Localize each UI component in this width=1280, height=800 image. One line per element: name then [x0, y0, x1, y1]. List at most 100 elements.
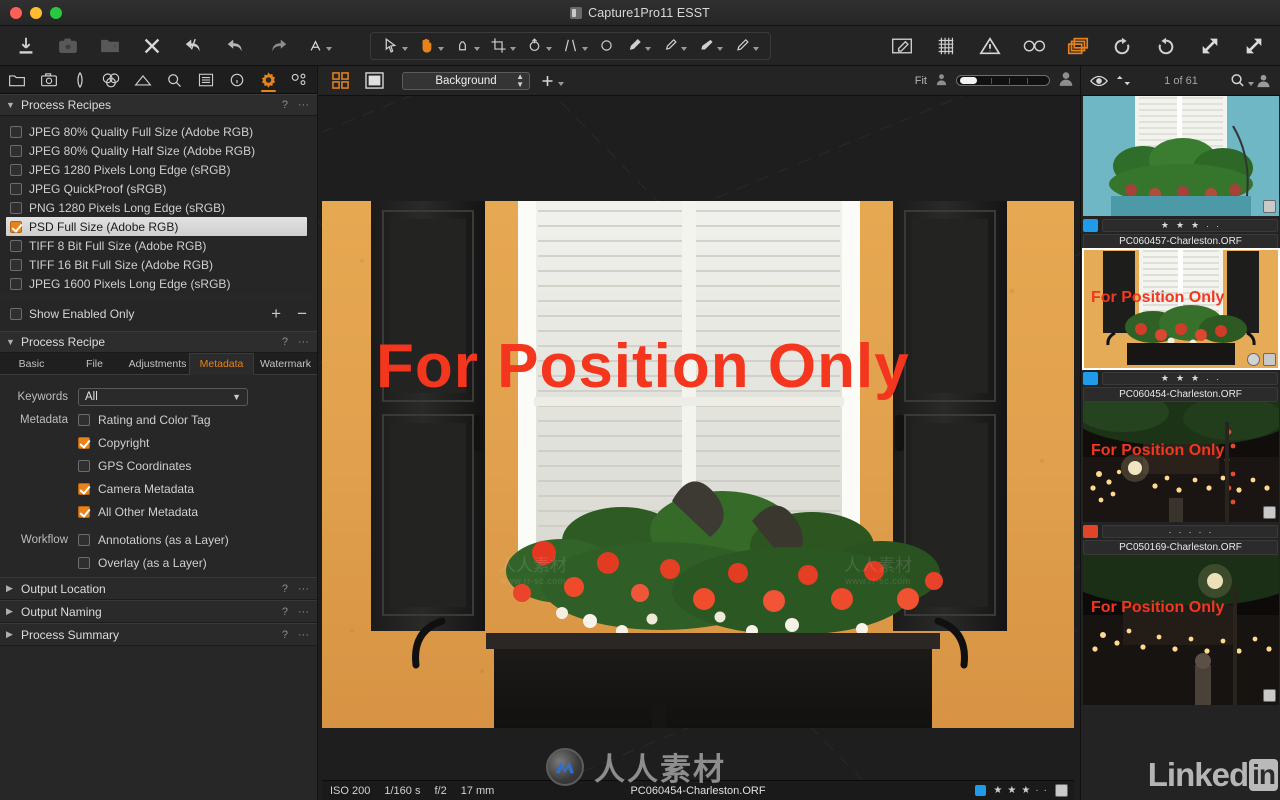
option-row[interactable]: Metadata Rating and Color Tag [0, 408, 317, 431]
overflow-menu-icon-recipe[interactable]: ··· [298, 336, 309, 348]
recipe-checkbox[interactable] [10, 125, 22, 138]
linear-gradient-caret-icon[interactable] [681, 47, 687, 51]
thumbnail-color-tag[interactable] [1083, 525, 1098, 538]
rotate-right-icon[interactable] [1154, 34, 1178, 58]
option-row[interactable]: All Other Metadata [0, 500, 317, 523]
crop-tool-caret-icon[interactable] [510, 47, 516, 51]
show-enabled-only-row[interactable]: Show Enabled Only + − [0, 301, 317, 327]
expand-icon[interactable] [1198, 34, 1222, 58]
collapse-icon[interactable] [1242, 34, 1266, 58]
pan-tool[interactable] [413, 37, 449, 54]
option-checkbox[interactable] [78, 459, 90, 472]
star[interactable]: ★ [1161, 220, 1169, 231]
chevron-down-icon-keywords[interactable]: ▼ [232, 392, 241, 402]
thumbnail-card[interactable]: For Position Only ★ ★ ★ · · PC060454-Charlesto… [1081, 248, 1280, 402]
recipe-item[interactable]: PNG 1280 Pixels Long Edge (sRGB) [0, 198, 317, 217]
grid-icon[interactable] [934, 34, 958, 58]
pointer-tool[interactable] [377, 37, 413, 54]
delete-icon[interactable] [140, 34, 164, 58]
text-tool-caret-icon[interactable] [326, 47, 332, 51]
star[interactable]: · [1044, 785, 1048, 796]
warning-icon[interactable] [978, 34, 1002, 58]
thumbnail-image[interactable]: For Position Only [1083, 555, 1279, 705]
thumbnail-star-rating[interactable]: · · · · · [1102, 525, 1278, 538]
keywords-select[interactable]: All ▼ [78, 387, 248, 406]
star[interactable]: ★ [1176, 373, 1184, 384]
background-select[interactable]: Background ▲ ▼ [402, 71, 530, 90]
recipe-checkbox[interactable] [10, 220, 22, 233]
pan-tool-caret-icon[interactable] [438, 47, 444, 51]
glasses-icon[interactable] [1022, 34, 1046, 58]
option-checkbox[interactable] [78, 505, 90, 518]
option-row[interactable]: Copyright [0, 431, 317, 454]
star[interactable]: ★ [1007, 785, 1017, 796]
recipe-item[interactable]: JPEG 80% Quality Full Size (Adobe RGB) [0, 122, 317, 141]
undo-all-icon[interactable] [182, 34, 206, 58]
option-row[interactable]: Workflow Annotations (as a Layer) [0, 528, 317, 551]
zoom-fit-label[interactable]: Fit [915, 75, 927, 87]
star[interactable]: ★ [1021, 785, 1031, 796]
option-checkbox[interactable] [78, 556, 90, 569]
option-checkbox[interactable] [78, 533, 90, 546]
help-icon-recipe[interactable]: ? [282, 336, 288, 348]
color-tag-badge[interactable] [975, 785, 987, 796]
option-checkbox[interactable] [78, 413, 90, 426]
star[interactable]: · [1216, 221, 1219, 231]
thumbnail-image[interactable]: For Position Only [1083, 402, 1279, 522]
recipe-checkbox[interactable] [10, 258, 22, 271]
viewer-canvas[interactable]: 人人素材www.rr-sc.com 人人素材www.rr-sc.com [318, 96, 1080, 800]
recipe-checkbox[interactable] [10, 201, 22, 214]
option-checkbox[interactable] [78, 482, 90, 495]
add-icon[interactable] [540, 69, 564, 93]
linear-gradient-tool[interactable] [656, 37, 692, 54]
star[interactable]: · [1169, 527, 1172, 537]
undo-icon[interactable] [224, 34, 248, 58]
star[interactable]: · [1035, 785, 1039, 796]
zoom-out-icon[interactable] [935, 73, 948, 89]
sidebar-item-color[interactable] [100, 69, 122, 91]
sidebar-item-details[interactable] [163, 69, 185, 91]
star[interactable]: ★ [993, 785, 1003, 796]
thumbnail-color-tag[interactable] [1083, 372, 1098, 385]
draw-mask-caret-icon[interactable] [645, 47, 651, 51]
erase-mask-caret-icon[interactable] [717, 47, 723, 51]
rotate-tool-caret-icon[interactable] [546, 47, 552, 51]
export-folder-icon[interactable] [98, 34, 122, 58]
add-caret-icon[interactable] [558, 82, 564, 86]
sidebar-item-adjustments[interactable] [194, 69, 216, 91]
erase-mask-tool[interactable] [692, 37, 728, 54]
help-icon[interactable]: ? [282, 629, 288, 641]
chevron-down-icon[interactable]: ▼ [6, 100, 18, 110]
settings-badge-icon[interactable] [1055, 784, 1068, 797]
section-output-location[interactable]: ▶ Output Location? ··· [0, 577, 317, 600]
crop-tool[interactable] [485, 37, 521, 54]
help-icon[interactable]: ? [282, 583, 288, 595]
recipe-item[interactable]: TIFF 16 Bit Full Size (Adobe RGB) [0, 255, 317, 274]
chevron-right-icon[interactable]: ▶ [6, 629, 18, 640]
tab-adjustments[interactable]: Adjustments [126, 353, 189, 374]
recipe-checkbox[interactable] [10, 163, 22, 176]
sidebar-item-batch[interactable] [289, 69, 311, 91]
star[interactable]: · [1206, 374, 1209, 384]
sidebar-item-library[interactable] [6, 69, 28, 91]
heal-brush-tool[interactable] [728, 37, 764, 54]
recipe-item[interactable]: TIFF 8 Bit Full Size (Adobe RGB) [0, 236, 317, 255]
keystone-tool[interactable] [557, 37, 593, 54]
zoom-slider-knob[interactable] [960, 77, 977, 84]
import-icon[interactable] [14, 34, 38, 58]
thumbnail-settings-badge-icon[interactable] [1263, 353, 1276, 366]
star[interactable]: ★ [1161, 373, 1169, 384]
rotate-left-icon[interactable] [1110, 34, 1134, 58]
star[interactable]: ★ [1176, 220, 1184, 231]
recipe-item[interactable]: JPEG 1280 Pixels Long Edge (sRGB) [0, 160, 317, 179]
annotations-icon[interactable] [890, 34, 914, 58]
sidebar-item-output[interactable] [257, 69, 279, 92]
process-recipes-header[interactable]: ▼ Process Recipes ? ··· [0, 94, 317, 116]
thumbnail-star-rating[interactable]: ★ ★ ★ · · [1102, 372, 1278, 385]
draw-mask-tool[interactable] [620, 37, 656, 54]
grid-view-icon[interactable] [328, 69, 352, 93]
recipe-item[interactable]: JPEG QuickProof (sRGB) [0, 179, 317, 198]
variants-icon[interactable] [1066, 34, 1090, 58]
star[interactable]: · [1199, 527, 1202, 537]
chevron-down-icon-recipe[interactable]: ▼ [6, 337, 18, 347]
